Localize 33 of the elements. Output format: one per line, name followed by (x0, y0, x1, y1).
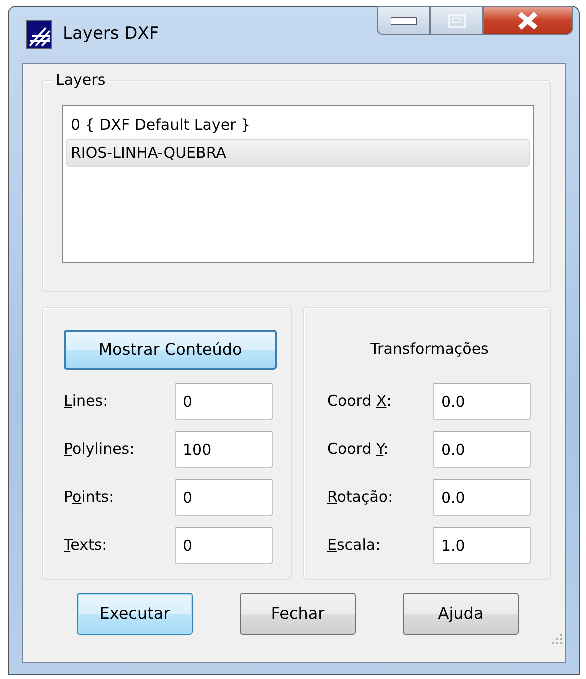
field-label: Coord Y: (327, 438, 390, 460)
input-field[interactable]: 1.0 (433, 526, 532, 564)
minimize-icon (390, 16, 416, 26)
field-label: Escala: (327, 534, 382, 556)
dialog-button[interactable]: Executar (77, 593, 193, 635)
field-label: Rotação: (327, 486, 394, 508)
input-field[interactable]: 100 (175, 430, 273, 468)
show-content-button[interactable]: Mostrar Conteúdo (64, 330, 277, 370)
input-field[interactable]: 0.0 (433, 382, 532, 420)
minimize-button[interactable] (377, 6, 430, 35)
layer-item[interactable]: 0 { DXF Default Layer } (66, 111, 530, 139)
dialog-button[interactable]: Fechar (240, 593, 356, 635)
app-icon (26, 20, 53, 50)
input-field[interactable]: 0.0 (433, 478, 532, 516)
field-label: Texts: (64, 534, 108, 556)
window-title: Layers DXF (63, 23, 160, 46)
field-label: Points: (64, 486, 116, 508)
input-field[interactable]: 0 (175, 526, 273, 564)
input-field[interactable]: 0.0 (433, 430, 532, 468)
maximize-button[interactable] (430, 6, 483, 35)
field-label: Polylines: (64, 438, 136, 460)
resize-grip-icon (551, 633, 563, 645)
maximize-icon (448, 14, 466, 28)
field-label: Lines: (64, 390, 110, 412)
layer-item[interactable]: RIOS-LINHA-QUEBRA (66, 139, 530, 167)
dialog-button[interactable]: Ajuda (403, 593, 519, 635)
group-title: Layers (53, 71, 109, 89)
close-button[interactable] (483, 6, 573, 35)
input-field[interactable]: 0 (175, 478, 273, 516)
close-icon (517, 12, 539, 30)
field-label: Coord X: (327, 390, 393, 412)
group-title: Transformações (370, 339, 489, 360)
input-field[interactable]: 0 (175, 382, 273, 420)
